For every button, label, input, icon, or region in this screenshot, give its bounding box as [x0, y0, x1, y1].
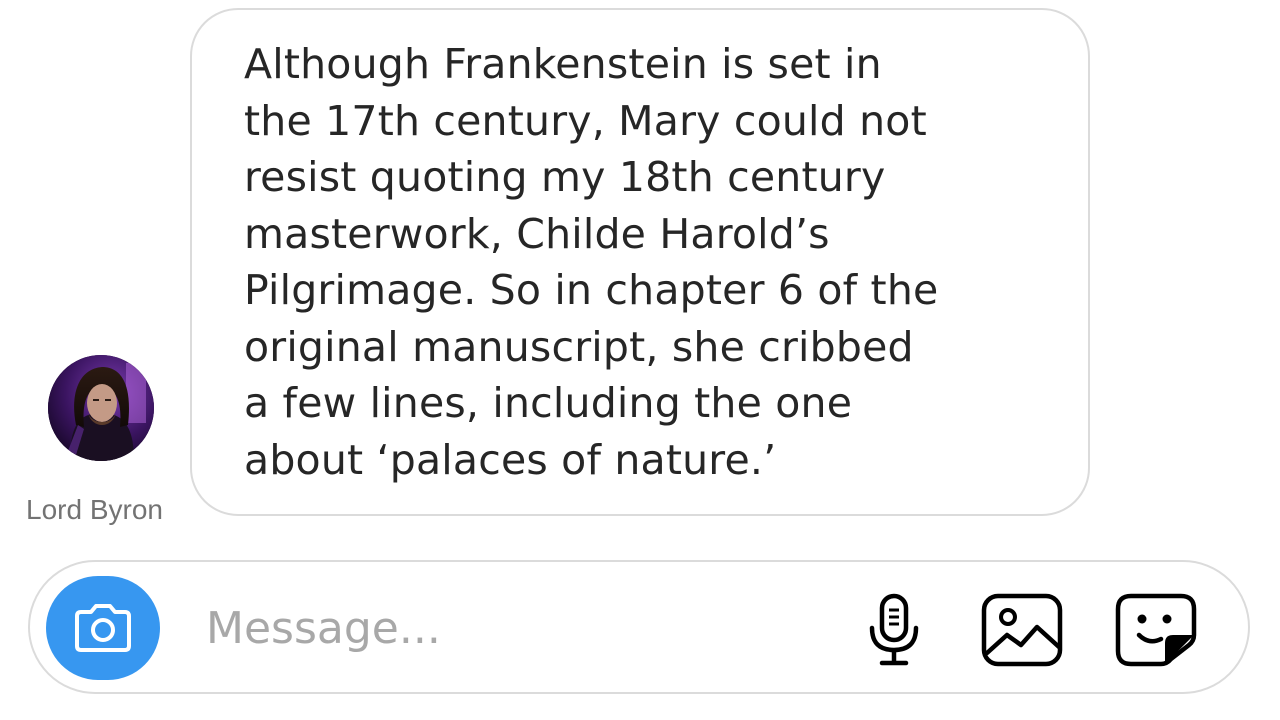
message-line: the 17th century, Mary could not [244, 96, 927, 145]
sticker-button[interactable] [1114, 590, 1198, 670]
message-line: Pilgrimage. So in chapter 6 of the [244, 266, 939, 314]
gallery-button[interactable] [980, 590, 1064, 670]
sender-avatar[interactable] [48, 355, 154, 461]
avatar-image [48, 355, 154, 461]
microphone-icon [869, 593, 919, 666]
message-bubble[interactable]: Although Frankenstein is set in the 17th… [190, 8, 1090, 516]
sender-name: Lord Byron [26, 494, 163, 525]
microphone-button[interactable] [852, 590, 936, 670]
message-line: resist quoting my 18th century [244, 153, 886, 201]
camera-icon [75, 604, 131, 652]
message-line: a few lines, including the one [244, 379, 853, 427]
message-composer [28, 560, 1250, 694]
message-line: original manuscript, she cribbed [244, 322, 914, 371]
gallery-icon [981, 593, 1063, 667]
message-input[interactable] [206, 598, 806, 658]
message-line: masterwork, Childe Harold’s [244, 209, 830, 258]
sticker-icon [1115, 593, 1197, 667]
message-line: Although Frankenstein is set in [244, 40, 882, 88]
message-text: Although Frankenstein is set in the 17th… [244, 36, 1064, 488]
camera-button[interactable] [46, 576, 160, 680]
message-line: about ‘palaces of nature.’ [244, 435, 777, 484]
